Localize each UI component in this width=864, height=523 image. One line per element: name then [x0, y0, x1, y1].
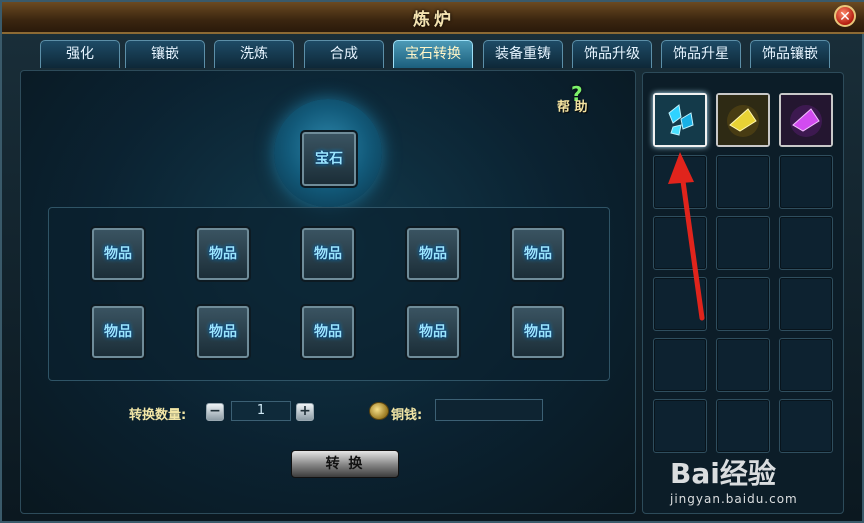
gem-slot[interactable]: 宝石 — [300, 130, 358, 188]
item-slot[interactable]: 物品 — [300, 226, 356, 282]
item-slot[interactable]: 物品 — [510, 304, 566, 360]
inventory-slot[interactable] — [779, 216, 833, 270]
help-button[interactable]: ? 帮 助 — [557, 82, 607, 115]
item-slot[interactable]: 物品 — [510, 226, 566, 282]
tab-strengthen[interactable]: 强化 — [40, 40, 120, 68]
item-slot[interactable]: 物品 — [195, 304, 251, 360]
tab-refine[interactable]: 洗炼 — [214, 40, 294, 68]
inventory-slot[interactable] — [653, 399, 707, 453]
watermark: Bai经验 jingyan.baidu.com — [664, 452, 864, 518]
item-slot[interactable]: 物品 — [195, 226, 251, 282]
item-slot[interactable]: 物品 — [90, 304, 146, 360]
inventory-slot[interactable] — [779, 93, 833, 147]
inventory-slot[interactable] — [716, 155, 770, 209]
blue-gem-icon — [655, 95, 705, 145]
quantity-minus-button[interactable]: − — [206, 403, 224, 421]
title-bar: 炼炉 ✕ — [2, 2, 864, 34]
inventory-slot[interactable] — [716, 277, 770, 331]
coin-icon — [369, 402, 389, 420]
inventory-slot[interactable] — [653, 338, 707, 392]
quantity-input[interactable]: 1 — [231, 401, 291, 421]
inventory-slot[interactable] — [716, 93, 770, 147]
inventory-slot[interactable] — [716, 216, 770, 270]
coin-field — [435, 399, 543, 421]
inventory-slot[interactable] — [779, 338, 833, 392]
help-label: 帮 助 — [557, 100, 588, 115]
tab-equipment-recast[interactable]: 装备重铸 — [483, 40, 563, 68]
watermark-logo: Bai经验 — [670, 457, 776, 490]
item-slot[interactable]: 物品 — [90, 226, 146, 282]
item-slot[interactable]: 物品 — [405, 226, 461, 282]
tab-accessory-star[interactable]: 饰品升星 — [661, 40, 741, 68]
forge-window: 炼炉 ✕ 强化 镶嵌 洗炼 合成 宝石转换 装备重铸 饰品升级 饰品升星 饰品镶… — [0, 0, 864, 523]
annotation-arrow-icon — [668, 152, 705, 321]
inventory-slot[interactable] — [779, 277, 833, 331]
item-slot[interactable]: 物品 — [405, 304, 461, 360]
inventory-slot[interactable] — [653, 93, 707, 147]
inventory-slot[interactable] — [716, 338, 770, 392]
close-button[interactable]: ✕ — [834, 5, 856, 27]
inventory-slot[interactable] — [716, 399, 770, 453]
inventory-slot[interactable] — [779, 155, 833, 209]
tab-inlay[interactable]: 镶嵌 — [125, 40, 205, 68]
watermark-url: jingyan.baidu.com — [670, 492, 798, 506]
quantity-plus-button[interactable]: + — [296, 403, 314, 421]
tab-synthesize[interactable]: 合成 — [304, 40, 384, 68]
coin-label: 铜钱: — [391, 408, 423, 423]
tab-accessory-upgrade[interactable]: 饰品升级 — [572, 40, 652, 68]
item-slot[interactable]: 物品 — [300, 304, 356, 360]
purple-gem-icon — [781, 95, 831, 145]
yellow-gem-icon — [718, 95, 768, 145]
convert-button[interactable]: 转 换 — [291, 450, 399, 478]
inventory-slot[interactable] — [779, 399, 833, 453]
window-title: 炼炉 — [413, 10, 455, 30]
tab-gem-convert[interactable]: 宝石转换 — [393, 40, 473, 68]
tab-accessory-inlay[interactable]: 饰品镶嵌 — [750, 40, 830, 68]
quantity-label: 转换数量: — [129, 408, 187, 423]
